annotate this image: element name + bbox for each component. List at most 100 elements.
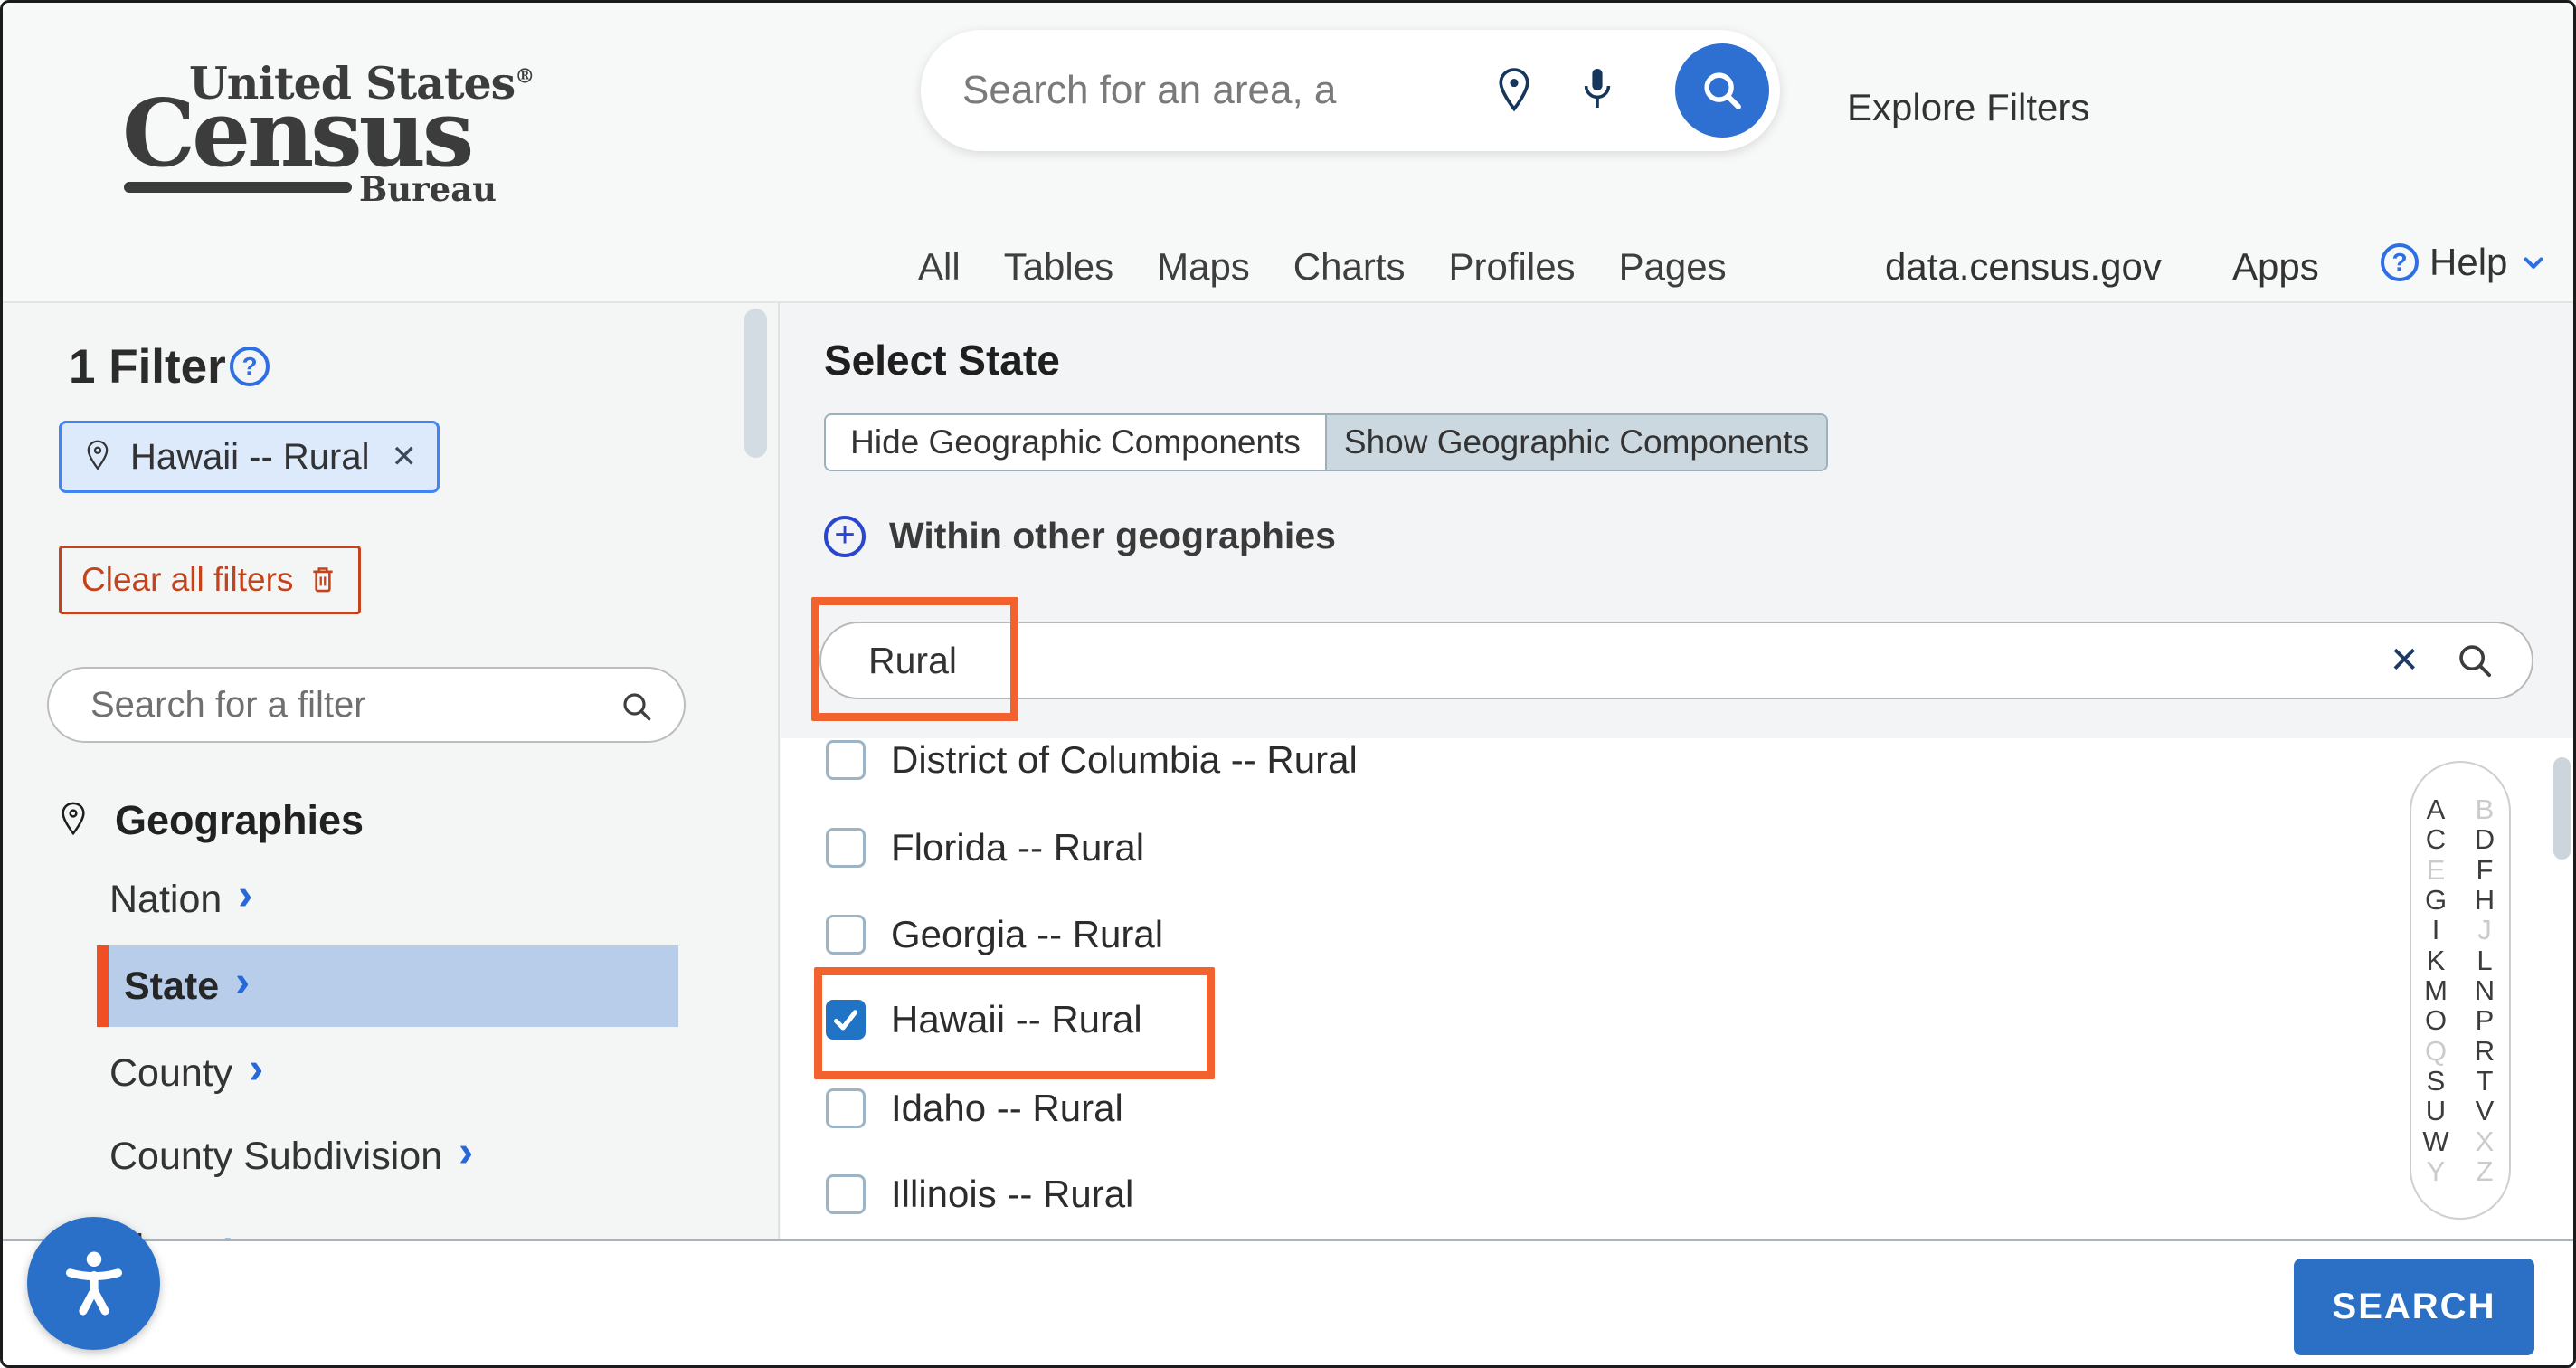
alphabet-letter-W[interactable]: W bbox=[2422, 1127, 2448, 1155]
sidebar-item-label: Nation bbox=[97, 878, 222, 922]
chevron-right-icon: › bbox=[249, 1048, 263, 1098]
search-button[interactable]: SEARCH bbox=[2294, 1259, 2534, 1355]
alphabet-letter-N[interactable]: N bbox=[2475, 976, 2495, 1004]
checkbox-checked[interactable] bbox=[826, 1000, 866, 1040]
tab-tables[interactable]: Tables bbox=[1004, 245, 1113, 289]
checkbox[interactable] bbox=[826, 1174, 866, 1214]
tab-profiles[interactable]: Profiles bbox=[1449, 245, 1576, 289]
tab-charts[interactable]: Charts bbox=[1293, 245, 1406, 289]
option-label: Georgia -- Rural bbox=[891, 913, 1163, 956]
alphabet-letter-M[interactable]: M bbox=[2424, 976, 2448, 1004]
within-other-geographies-control[interactable]: + Within other geographies bbox=[824, 515, 1336, 557]
sidebar-item-county[interactable]: County › bbox=[97, 1032, 263, 1114]
logo-underline bbox=[124, 182, 352, 193]
alphabet-letter-H[interactable]: H bbox=[2475, 886, 2495, 914]
alphabet-letter-O[interactable]: O bbox=[2425, 1006, 2447, 1034]
alphabet-letter-C[interactable]: C bbox=[2426, 825, 2446, 853]
sidebar-item-label: County Subdivision bbox=[97, 1135, 442, 1179]
sidebar-item-state[interactable]: State › bbox=[97, 945, 678, 1027]
option-row-idaho[interactable]: Idaho -- Rural bbox=[826, 1087, 1123, 1130]
location-pin-icon[interactable] bbox=[1491, 66, 1538, 123]
alphabet-letter-V[interactable]: V bbox=[2476, 1097, 2495, 1125]
option-row-illinois[interactable]: Illinois -- Rural bbox=[826, 1173, 1133, 1216]
census-bureau-logo[interactable]: United States® Census Bureau bbox=[122, 50, 484, 213]
alphabet-letter-T[interactable]: T bbox=[2477, 1067, 2494, 1095]
chip-remove-icon[interactable]: ✕ bbox=[392, 439, 418, 475]
result-type-tabs: All Tables Maps Charts Profiles Pages bbox=[918, 245, 1727, 289]
main-search-bar bbox=[921, 30, 1780, 151]
alphabet-letter-B: B bbox=[2476, 795, 2495, 823]
sidebar-item-nation[interactable]: Nation › bbox=[97, 859, 252, 940]
geographies-section-header[interactable]: Geographies bbox=[55, 797, 364, 844]
trash-icon bbox=[308, 563, 338, 597]
apps-link[interactable]: Apps bbox=[2232, 245, 2319, 289]
census-filter-page: United States® Census Bureau Explore Fil… bbox=[0, 0, 2576, 1368]
sidebar-scrollbar-thumb[interactable] bbox=[744, 309, 767, 458]
geographies-title: Geographies bbox=[115, 797, 364, 844]
state-selection-panel: Select State Hide Geographic Components … bbox=[781, 303, 2573, 1365]
filter-search-input[interactable] bbox=[89, 669, 577, 741]
accessibility-button[interactable] bbox=[27, 1217, 160, 1350]
filter-count-title: 1 Filter bbox=[69, 339, 226, 394]
alphabet-letter-R[interactable]: R bbox=[2475, 1037, 2495, 1065]
clear-all-filters-label: Clear all filters bbox=[81, 561, 293, 599]
search-icon[interactable] bbox=[2454, 640, 2496, 686]
clear-all-filters-button[interactable]: Clear all filters bbox=[59, 546, 361, 614]
clear-search-icon[interactable]: ✕ bbox=[2389, 640, 2420, 681]
sidebar-item-county-subdivision[interactable]: County Subdivision › bbox=[97, 1116, 473, 1197]
alphabet-letter-D[interactable]: D bbox=[2475, 825, 2495, 853]
option-label: District of Columbia -- Rural bbox=[891, 738, 1358, 782]
alphabet-letter-K[interactable]: K bbox=[2427, 946, 2446, 974]
sidebar-item-label: County bbox=[97, 1051, 232, 1096]
option-label: Hawaii -- Rural bbox=[891, 998, 1142, 1041]
chevron-down-icon bbox=[2518, 247, 2549, 278]
logo-bureau: Bureau bbox=[359, 169, 497, 209]
registered-mark: ® bbox=[515, 65, 534, 89]
alphabet-letter-P[interactable]: P bbox=[2476, 1006, 2495, 1034]
search-submit-button[interactable] bbox=[1675, 43, 1769, 138]
active-filter-chip[interactable]: Hawaii -- Rural ✕ bbox=[59, 421, 440, 493]
tab-maps[interactable]: Maps bbox=[1157, 245, 1250, 289]
header: United States® Census Bureau Explore Fil… bbox=[3, 3, 2573, 302]
hide-geographic-components-button[interactable]: Hide Geographic Components bbox=[826, 415, 1325, 470]
alphabet-letter-U[interactable]: U bbox=[2426, 1097, 2446, 1125]
checkbox[interactable] bbox=[826, 828, 866, 868]
alphabet-letter-S[interactable]: S bbox=[2427, 1067, 2446, 1095]
option-row-hawaii[interactable]: Hawaii -- Rural bbox=[826, 998, 1142, 1041]
alphabet-letter-I[interactable]: I bbox=[2432, 916, 2440, 944]
component-search-input[interactable] bbox=[867, 623, 2223, 698]
main-search-input[interactable] bbox=[961, 30, 1485, 151]
chip-label: Hawaii -- Rural bbox=[130, 437, 370, 478]
tab-pages[interactable]: Pages bbox=[1619, 245, 1727, 289]
select-state-title: Select State bbox=[824, 336, 1060, 385]
checkbox[interactable] bbox=[826, 1088, 866, 1128]
component-search-bar: ✕ bbox=[819, 622, 2533, 699]
option-row-florida[interactable]: Florida -- Rural bbox=[826, 826, 1144, 869]
alphabet-letter-F[interactable]: F bbox=[2477, 856, 2494, 884]
location-pin-icon bbox=[55, 799, 91, 842]
location-pin-icon bbox=[81, 437, 114, 477]
sidebar-divider bbox=[778, 303, 780, 1365]
filters-help-icon[interactable]: ? bbox=[230, 347, 270, 386]
accessibility-person-icon bbox=[55, 1245, 133, 1323]
checkbox[interactable] bbox=[826, 915, 866, 955]
option-row-georgia[interactable]: Georgia -- Rural bbox=[826, 913, 1163, 956]
option-row-district-of-columbia[interactable]: District of Columbia -- Rural bbox=[826, 738, 1358, 782]
explore-filters-link[interactable]: Explore Filters bbox=[1847, 86, 2089, 129]
show-geographic-components-button[interactable]: Show Geographic Components bbox=[1325, 415, 1826, 470]
alphabet-column-2: BDFHJLNPRTVXZ bbox=[2460, 795, 2509, 1185]
tab-all[interactable]: All bbox=[918, 245, 961, 289]
footer-bar: SEARCH bbox=[3, 1239, 2573, 1368]
checkbox[interactable] bbox=[826, 740, 866, 780]
alphabet-letter-A[interactable]: A bbox=[2427, 795, 2446, 823]
data-census-gov-link[interactable]: data.census.gov bbox=[1885, 245, 2162, 289]
microphone-icon[interactable] bbox=[1576, 64, 1619, 125]
chevron-right-icon: › bbox=[238, 874, 252, 925]
option-label: Florida -- Rural bbox=[891, 826, 1144, 869]
list-scrollbar-thumb[interactable] bbox=[2553, 757, 2571, 860]
search-icon[interactable] bbox=[619, 689, 655, 729]
alphabet-letter-G[interactable]: G bbox=[2425, 886, 2447, 914]
alphabet-letter-L[interactable]: L bbox=[2477, 946, 2492, 974]
within-other-geographies-label: Within other geographies bbox=[889, 515, 1336, 557]
help-menu[interactable]: ? Help bbox=[2381, 241, 2549, 284]
